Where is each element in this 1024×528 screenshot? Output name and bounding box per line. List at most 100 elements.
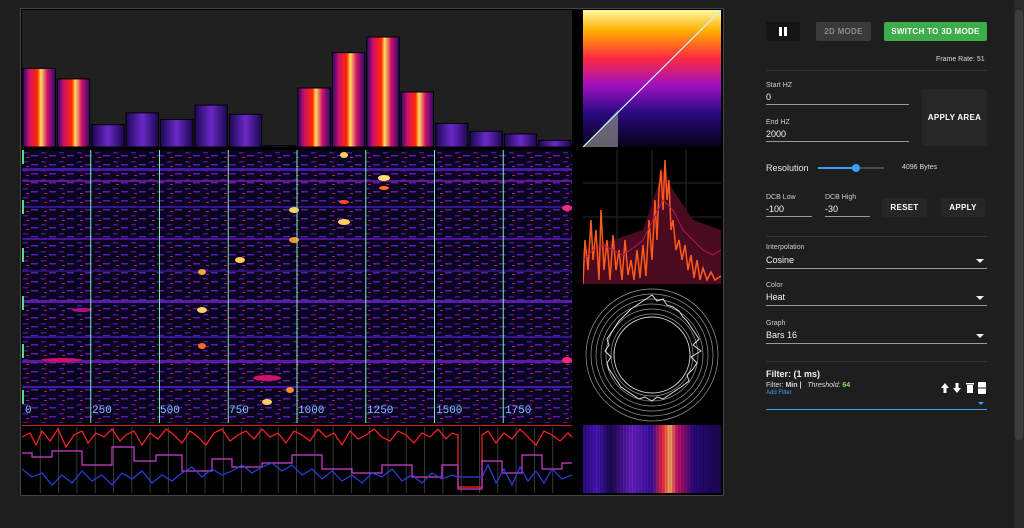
- freq-tick: 500: [160, 405, 180, 417]
- pause-icon: [779, 27, 787, 36]
- end-hz-input[interactable]: 2000: [766, 129, 786, 139]
- interpolation-select[interactable]: Cosine: [766, 253, 987, 269]
- pause-button[interactable]: [766, 22, 800, 41]
- bar: [194, 104, 228, 148]
- resolution-slider-fill: [818, 167, 857, 169]
- bar: [366, 36, 400, 148]
- add-filter-select[interactable]: [766, 398, 987, 410]
- start-hz-underline: [766, 104, 909, 105]
- end-hz-label: End HZ: [766, 119, 790, 126]
- apply-db-button[interactable]: APPLY: [941, 198, 985, 217]
- freq-tick: 1500: [436, 405, 463, 417]
- db-low-underline: [766, 216, 812, 217]
- switch-3d-mode-button[interactable]: SWITCH TO 3D MODE: [884, 22, 987, 41]
- bar: [331, 52, 366, 148]
- graph-label: Graph: [766, 320, 786, 327]
- frequency-spectrum-svg: [582, 150, 722, 285]
- circular-graph-svg: [585, 288, 719, 422]
- db-low-label: DCB Low: [766, 194, 796, 201]
- color-strip-svg: [583, 425, 721, 493]
- threshold-value: 64: [842, 382, 851, 389]
- db-high-underline: [825, 216, 870, 217]
- resolution-label: Resolution: [766, 163, 809, 173]
- visualization-area: 0 250 500 750 1000 1250 1500 1750: [20, 8, 724, 496]
- bar: [538, 139, 572, 148]
- freq-tick: 750: [229, 405, 249, 417]
- apply-area-button[interactable]: APPLY AREA: [922, 89, 987, 146]
- color-underline: [766, 305, 987, 306]
- freq-tick: 0: [25, 405, 32, 417]
- chevron-down-icon: [978, 402, 984, 405]
- color-map-svg: [582, 9, 722, 148]
- freq-tick: 250: [92, 405, 112, 417]
- arrow-down-icon[interactable]: [953, 383, 961, 393]
- reset-button[interactable]: RESET: [882, 198, 927, 217]
- divider: [766, 236, 987, 237]
- bar: [503, 133, 538, 148]
- filter-stepper-icon[interactable]: [978, 382, 986, 394]
- bars-graph: [22, 10, 572, 148]
- bar: [297, 87, 331, 148]
- filter-type-label: Filter:: [766, 382, 784, 389]
- bar: [125, 112, 159, 148]
- interpolation-label: Interpolation: [766, 244, 805, 251]
- interpolation-value: Cosine: [766, 255, 795, 265]
- chevron-down-icon: [976, 259, 984, 263]
- chevron-down-icon: [976, 296, 984, 300]
- start-hz-input[interactable]: 0: [766, 92, 771, 102]
- bar: [228, 113, 263, 148]
- color-strip: [583, 425, 721, 493]
- add-filter-underline: [766, 409, 987, 410]
- filter-actions: [941, 381, 989, 394]
- control-panel: 2D MODE SWITCH TO 3D MODE Frame Rate: 51…: [740, 0, 1014, 528]
- divider: [766, 361, 987, 362]
- interpolation-underline: [766, 268, 987, 269]
- start-hz-label: Start HZ: [766, 82, 793, 89]
- resolution-slider-thumb[interactable]: [852, 164, 861, 172]
- chevron-down-icon: [976, 334, 984, 338]
- filter-title: Filter: (1 ms): [766, 369, 821, 379]
- 2d-mode-button[interactable]: 2D MODE: [816, 22, 871, 41]
- frame-rate-text: Frame Rate: 51: [936, 56, 985, 63]
- divider: [766, 70, 987, 71]
- color-label: Color: [766, 282, 783, 289]
- end-hz-underline: [766, 141, 909, 142]
- bar: [160, 119, 194, 148]
- db-low-input[interactable]: -100: [766, 204, 784, 214]
- db-high-input[interactable]: -30: [825, 204, 838, 214]
- page-scrollbar[interactable]: [1014, 0, 1024, 528]
- bar: [22, 67, 56, 148]
- bar: [91, 124, 125, 148]
- filter-type-value: Min |: [785, 382, 802, 389]
- freq-tick: 1000: [298, 405, 325, 417]
- bar: [263, 145, 297, 148]
- waveform-graph: [21, 425, 573, 493]
- filter-row: Filter: Min | Threshold: 64: [766, 382, 850, 389]
- color-map-curve: [582, 9, 722, 148]
- graph-value: Bars 16: [766, 330, 798, 340]
- freq-tick: 1750: [505, 405, 532, 417]
- resolution-slider[interactable]: [818, 164, 884, 172]
- bar: [56, 78, 91, 148]
- bar: [469, 130, 503, 148]
- graph-select[interactable]: Bars 16: [766, 328, 987, 344]
- threshold-label: Threshold:: [807, 382, 841, 389]
- frequency-axis: 0 250 500 750 1000 1250 1500 1750: [22, 150, 572, 423]
- freq-tick: 1250: [367, 405, 394, 417]
- frequency-spectrum: [582, 150, 722, 285]
- db-high-label: DCB High: [825, 194, 857, 201]
- add-filter-label: Add Filter: [766, 390, 792, 396]
- scrollbar-thumb[interactable]: [1015, 10, 1023, 440]
- waveform-svg: [21, 425, 573, 493]
- resolution-value: 4096 Bytes: [902, 164, 938, 171]
- circular-graph: [583, 287, 721, 423]
- trash-icon[interactable]: [966, 383, 974, 393]
- graph-underline: [766, 343, 987, 344]
- app-window: 0 250 500 750 1000 1250 1500 1750 2D MOD…: [0, 0, 1014, 528]
- color-select[interactable]: Heat: [766, 290, 987, 306]
- color-value: Heat: [766, 292, 786, 302]
- spectrogram: 0 250 500 750 1000 1250 1500 1750: [22, 150, 572, 423]
- arrow-up-icon[interactable]: [941, 383, 949, 393]
- bars-svg: [22, 36, 572, 148]
- bar: [400, 91, 435, 148]
